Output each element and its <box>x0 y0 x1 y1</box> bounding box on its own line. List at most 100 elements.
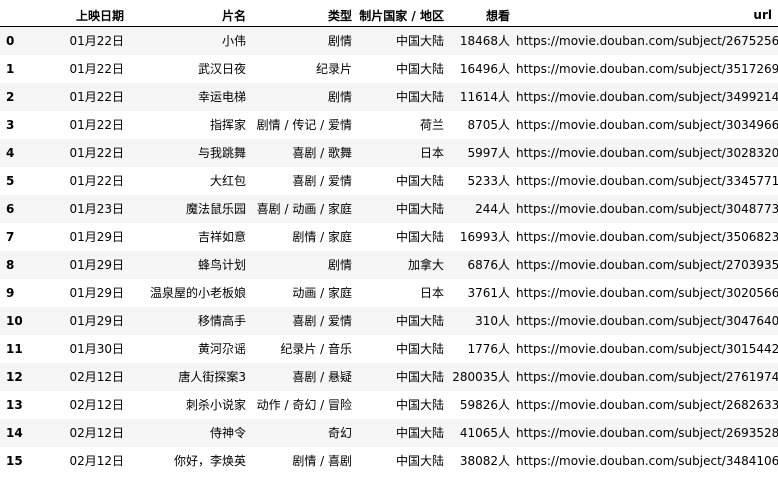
cell-country: 加拿大 <box>407 258 444 272</box>
cell-country: 中国大陆 <box>395 90 444 104</box>
cell-genre: 纪录片 <box>315 62 352 76</box>
cell-genre: 喜剧 / 悬疑 <box>292 370 352 384</box>
header-release-date: 上映日期 <box>34 4 130 27</box>
row-index: 7 <box>6 229 15 244</box>
cell-genre: 喜剧 / 爱情 <box>292 174 352 188</box>
table-row: 3 01月22日 指挥家 剧情 / 传记 / 爱情 荷兰 8705人 https://mov… <box>0 110 778 139</box>
cell-release-date: 01月29日 <box>69 258 124 272</box>
cell-release-date: 01月22日 <box>69 118 124 132</box>
cell-country: 日本 <box>419 146 444 160</box>
cell-release-date: 02月12日 <box>69 426 124 440</box>
cell-url: https://movie.douban.com/subject/2703935… <box>516 257 778 272</box>
cell-country: 中国大陆 <box>395 398 444 412</box>
dataframe-table: 上映日期 片名 类型 制片国家 / 地区 想看 url 0 01月22日 小伟 剧情中… <box>0 4 778 475</box>
table-row: 13 02月12日 刺杀小说家 动作 / 奇幻 / 冒险 中国大陆 59826人 https… <box>0 390 778 419</box>
cell-genre: 剧情 <box>327 258 352 272</box>
cell-release-date: 01月30日 <box>69 342 124 356</box>
cell-url: https://movie.douban.com/subject/3015442… <box>516 341 778 356</box>
cell-title: 大红包 <box>209 174 246 188</box>
cell-url: https://movie.douban.com/subject/3345771… <box>516 173 778 188</box>
row-index: 11 <box>6 341 23 356</box>
cell-release-date: 01月22日 <box>69 174 124 188</box>
cell-country: 中国大陆 <box>395 230 444 244</box>
cell-genre: 喜剧 / 动画 / 家庭 <box>256 202 352 216</box>
cell-title: 侍神令 <box>209 426 246 440</box>
table-row: 11 01月30日 黄河尕谣 纪录片 / 音乐 中国大陆 1776人 https://mov… <box>0 334 778 363</box>
row-index: 6 <box>6 201 15 216</box>
cell-want-count: 11614人 <box>459 90 510 104</box>
cell-genre: 纪录片 / 音乐 <box>280 342 352 356</box>
row-index: 10 <box>6 313 23 328</box>
cell-want-count: 5233人 <box>467 174 510 188</box>
cell-url: https://movie.douban.com/subject/3047640… <box>516 313 778 328</box>
cell-release-date: 01月29日 <box>69 314 124 328</box>
header-index <box>0 4 34 27</box>
cell-genre: 喜剧 / 歌舞 <box>292 146 352 160</box>
table-row: 0 01月22日 小伟 剧情 中国大陆 18468人 https://movie.douba… <box>0 26 778 55</box>
cell-country: 中国大陆 <box>395 174 444 188</box>
cell-title: 魔法鼠乐园 <box>185 202 246 216</box>
table-row: 1 01月22日 武汉日夜 纪录片 中国大陆 16496人 https://movie.do… <box>0 54 778 83</box>
cell-genre: 剧情 <box>327 90 352 104</box>
cell-country: 中国大陆 <box>395 454 444 468</box>
cell-title: 幸运电梯 <box>197 90 246 104</box>
cell-want-count: 18468人 <box>459 34 510 49</box>
row-index: 14 <box>6 425 23 440</box>
cell-url: https://movie.douban.com/subject/3028320… <box>516 145 778 160</box>
table-row: 5 01月22日 大红包 喜剧 / 爱情 中国大陆 5233人 https://movie.… <box>0 166 778 195</box>
cell-url: https://movie.douban.com/subject/3506823… <box>516 229 778 244</box>
row-index: 9 <box>6 285 15 300</box>
cell-want-count: 3761人 <box>467 286 510 300</box>
table-row: 12 02月12日 唐人街探案3 喜剧 / 悬疑 中国大陆 280035人 https://… <box>0 362 778 391</box>
cell-country: 中国大陆 <box>395 426 444 440</box>
row-index: 13 <box>6 397 23 412</box>
row-index: 4 <box>6 145 15 160</box>
cell-release-date: 02月12日 <box>69 370 124 384</box>
cell-title: 武汉日夜 <box>197 62 246 76</box>
cell-country: 中国大陆 <box>395 342 444 356</box>
cell-genre: 剧情 / 喜剧 <box>292 454 352 468</box>
cell-want-count: 280035人 <box>452 370 510 384</box>
cell-title: 刺杀小说家 <box>185 398 246 412</box>
cell-url: https://movie.douban.com/subject/3034966… <box>516 117 778 132</box>
table-row: 8 01月29日 蜂鸟计划 剧情 加拿大 6876人 https://movie.douba… <box>0 250 778 279</box>
cell-title: 温泉屋的小老板娘 <box>149 286 246 300</box>
table-body: 0 01月22日 小伟 剧情 中国大陆 18468人 https://movie.douba… <box>0 26 778 475</box>
cell-url: https://movie.douban.com/subject/3499214… <box>516 89 778 104</box>
row-index: 2 <box>6 89 15 104</box>
cell-url: https://movie.douban.com/subject/3020566… <box>516 285 778 300</box>
header-url: url <box>516 4 778 27</box>
cell-url: https://movie.douban.com/subject/3517269… <box>516 61 778 76</box>
cell-title: 唐人街探案3 <box>178 370 246 384</box>
table-row: 14 02月12日 侍神令 奇幻 中国大陆 41065人 https://movie.dou… <box>0 418 778 447</box>
row-index: 8 <box>6 257 15 272</box>
header-row: 上映日期 片名 类型 制片国家 / 地区 想看 url <box>0 4 778 27</box>
cell-want-count: 16993人 <box>459 230 510 244</box>
cell-want-count: 310人 <box>475 314 510 328</box>
cell-want-count: 59826人 <box>459 398 510 412</box>
cell-url: https://movie.douban.com/subject/3484106… <box>516 453 778 468</box>
cell-country: 日本 <box>419 286 444 300</box>
table-row: 2 01月22日 幸运电梯 剧情 中国大陆 11614人 https://movie.dou… <box>0 82 778 111</box>
cell-country: 中国大陆 <box>395 202 444 216</box>
cell-url: https://movie.douban.com/subject/3048773… <box>516 201 778 216</box>
cell-release-date: 01月22日 <box>69 146 124 160</box>
cell-title: 指挥家 <box>209 118 246 132</box>
cell-release-date: 01月22日 <box>69 90 124 104</box>
row-index: 12 <box>6 369 23 384</box>
cell-want-count: 41065人 <box>459 426 510 440</box>
cell-url: https://movie.douban.com/subject/2675256… <box>516 33 778 48</box>
table-row: 10 01月29日 移情高手 喜剧 / 爱情 中国大陆 310人 https://movie… <box>0 306 778 335</box>
row-index: 15 <box>6 453 23 468</box>
table-row: 9 01月29日 温泉屋的小老板娘 动画 / 家庭 日本 3761人 https://mov… <box>0 278 778 307</box>
cell-country: 中国大陆 <box>395 314 444 328</box>
cell-genre: 动画 / 家庭 <box>292 286 352 300</box>
cell-genre: 剧情 / 传记 / 爱情 <box>256 118 352 132</box>
row-index: 1 <box>6 61 15 76</box>
cell-want-count: 6876人 <box>467 258 510 272</box>
cell-title: 黄河尕谣 <box>197 342 246 356</box>
header-want-count: 想看 <box>450 4 516 27</box>
table-row: 15 02月12日 你好，李焕英 剧情 / 喜剧 中国大陆 38082人 https://m… <box>0 446 778 475</box>
cell-release-date: 01月29日 <box>69 286 124 300</box>
cell-release-date: 02月12日 <box>69 398 124 412</box>
